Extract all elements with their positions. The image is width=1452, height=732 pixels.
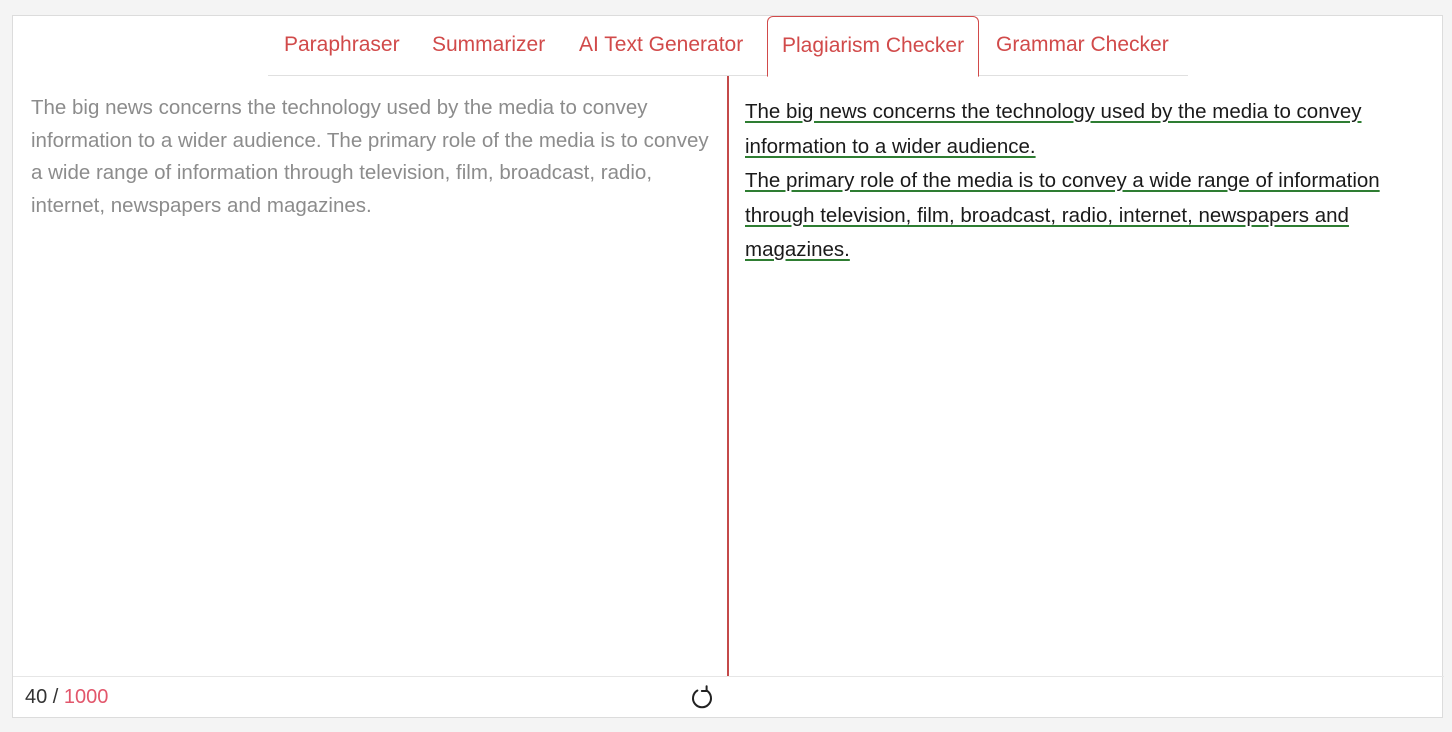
output-line: through television, film, broadcast, rad… (745, 199, 1428, 234)
tab-paraphraser[interactable]: Paraphraser (284, 16, 400, 76)
output-panel: The big news concerns the technology use… (729, 76, 1444, 676)
output-line: information to a wider audience. (745, 130, 1428, 165)
word-limit: 1000 (63, 686, 109, 708)
tool-card: Paraphraser Summarizer AI Text Generator… (12, 15, 1444, 718)
input-text-area[interactable]: The big news concerns the technology use… (13, 76, 727, 676)
tab-grammar-checker[interactable]: Grammar Checker (996, 16, 1169, 76)
tab-summarizer[interactable]: Summarizer (432, 16, 545, 76)
matched-sentence[interactable]: through television, film, broadcast, rad… (745, 204, 1349, 227)
output-line: The primary role of the media is to conv… (745, 164, 1428, 199)
matched-sentence[interactable]: magazines. (745, 238, 850, 261)
matched-sentence[interactable]: The primary role of the media is to conv… (745, 169, 1380, 192)
editor-footer: 40 / 1000 (13, 676, 1444, 718)
matched-sentence[interactable]: information to a wider audience. (745, 135, 1036, 158)
tab-ai-text-generator[interactable]: AI Text Generator (579, 16, 743, 76)
word-counter: 40 / 1000 (25, 677, 108, 717)
count-separator: / (47, 686, 64, 708)
output-line: The big news concerns the technology use… (745, 95, 1428, 130)
refresh-icon[interactable] (689, 685, 715, 711)
tool-tabs: Paraphraser Summarizer AI Text Generator… (268, 16, 1188, 77)
output-line: magazines. (745, 233, 1428, 268)
matched-sentence[interactable]: The big news concerns the technology use… (745, 100, 1362, 123)
tab-plagiarism-checker[interactable]: Plagiarism Checker (767, 16, 980, 77)
word-count: 40 (25, 686, 48, 708)
input-text[interactable]: The big news concerns the technology use… (31, 92, 709, 222)
